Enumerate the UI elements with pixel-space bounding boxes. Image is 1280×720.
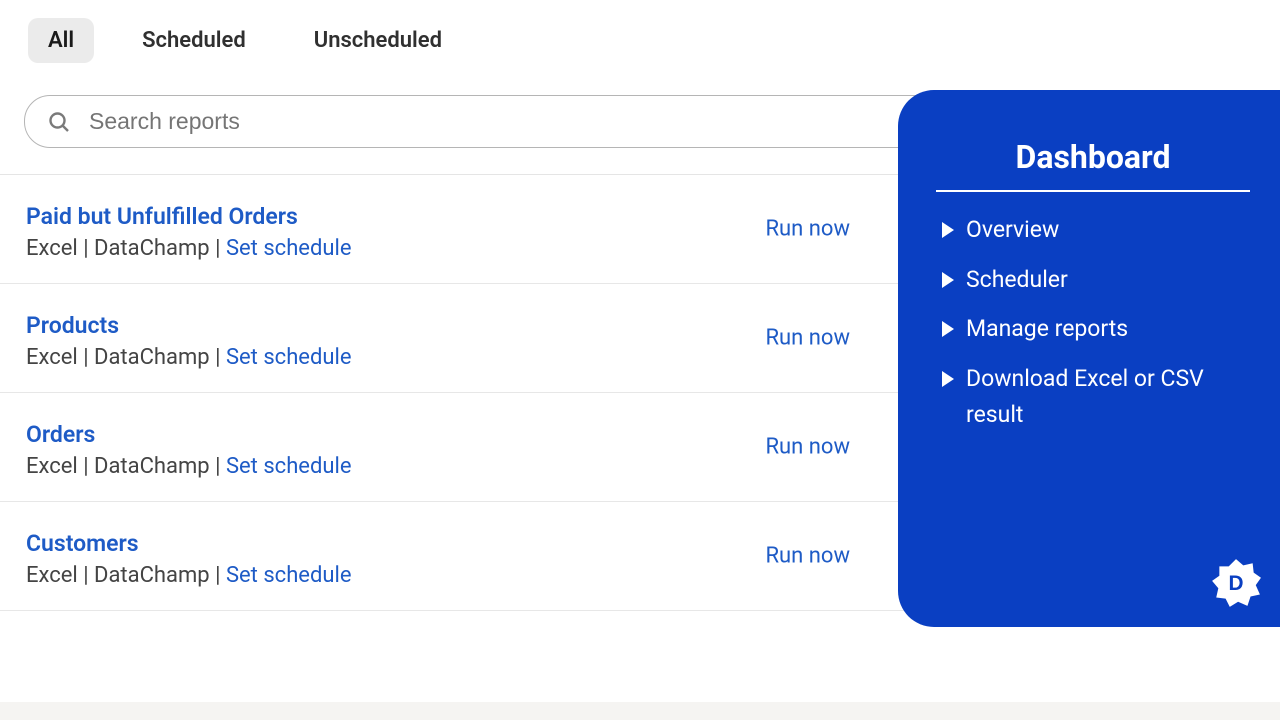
play-icon [942,272,954,288]
set-schedule-link[interactable]: Set schedule [226,236,352,261]
overlay-item-scheduler[interactable]: Scheduler [942,262,1244,298]
report-meta-prefix: Excel | DataChamp | [26,345,226,370]
overlay-title: Dashboard [936,138,1250,192]
overlay-item-label: Scheduler [966,262,1068,298]
dashboard-overlay: Dashboard Overview Scheduler Manage repo… [898,90,1280,627]
overlay-item-label: Manage reports [966,311,1128,347]
overlay-item-label: Overview [966,212,1059,248]
set-schedule-link[interactable]: Set schedule [226,563,352,588]
footer-background [0,702,1280,720]
svg-text:D: D [1228,572,1243,595]
overlay-item-download[interactable]: Download Excel or CSV result [942,361,1244,432]
run-now-link[interactable]: Run now [765,326,850,351]
app-badge-icon: D [1210,557,1262,609]
run-now-link[interactable]: Run now [765,544,850,569]
tab-all[interactable]: All [28,18,94,63]
play-icon [942,321,954,337]
overlay-item-overview[interactable]: Overview [942,212,1244,248]
run-now-link[interactable]: Run now [765,435,850,460]
tab-unscheduled[interactable]: Unscheduled [294,18,462,63]
set-schedule-link[interactable]: Set schedule [226,454,352,479]
play-icon [942,371,954,387]
overlay-item-manage-reports[interactable]: Manage reports [942,311,1244,347]
filter-tabs: All Scheduled Unscheduled [0,0,1280,77]
run-now-link[interactable]: Run now [765,217,850,242]
set-schedule-link[interactable]: Set schedule [226,345,352,370]
tab-scheduled[interactable]: Scheduled [122,18,266,63]
report-meta-prefix: Excel | DataChamp | [26,563,226,588]
report-meta-prefix: Excel | DataChamp | [26,236,226,261]
search-icon [47,110,71,134]
overlay-item-label: Download Excel or CSV result [966,361,1244,432]
play-icon [942,222,954,238]
report-meta-prefix: Excel | DataChamp | [26,454,226,479]
